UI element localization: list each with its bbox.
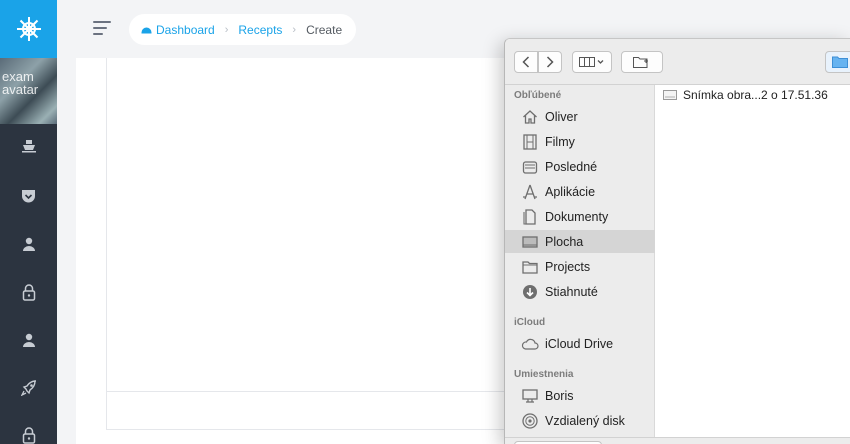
- download-icon: [523, 284, 537, 299]
- sidebar-item-label: Filmy: [545, 134, 575, 149]
- view-mode-button[interactable]: [572, 51, 612, 73]
- sidebar-item-dokumenty[interactable]: Dokumenty: [505, 205, 655, 228]
- document-icon: [523, 208, 536, 225]
- sidebar-item-stiahnute[interactable]: Stiahnuté: [505, 280, 655, 303]
- sidebar-item-lock-2[interactable]: [0, 421, 57, 444]
- sidebar-item-boris[interactable]: Boris: [505, 384, 655, 407]
- home-icon: [523, 109, 537, 124]
- dialog-bottom-bar: [505, 437, 850, 444]
- dashboard-icon: [141, 27, 152, 34]
- column-view-icon: [579, 57, 604, 67]
- sidebar-item-plocha[interactable]: Plocha: [505, 230, 655, 253]
- file-open-dialog: Obľúbené Oliver Filmy Posledné Aplikácie…: [504, 38, 850, 444]
- sidebar-item-label: iCloud Drive: [545, 336, 614, 351]
- sidebar-item-lock[interactable]: [0, 278, 57, 306]
- section-locations: Umiestnenia: [514, 369, 574, 380]
- chevron-right-icon: [546, 56, 554, 68]
- app-logo[interactable]: [0, 0, 57, 58]
- disc-icon: [522, 412, 538, 429]
- avatar-line-2: avatar: [2, 82, 39, 97]
- dialog-toolbar: [505, 39, 850, 85]
- sidebar-item-projects[interactable]: Projects: [505, 255, 655, 278]
- form-panel: [106, 58, 526, 392]
- section-icloud: iCloud: [514, 317, 546, 328]
- sidebar: exam avatar: [0, 0, 57, 444]
- user-avatar[interactable]: exam avatar: [0, 58, 57, 124]
- lock-icon: [22, 283, 35, 301]
- menu-icon-bar: [93, 21, 111, 23]
- sidebar-item-label: Plocha: [545, 234, 584, 249]
- sidebar-item-label: Dokumenty: [545, 209, 609, 224]
- menu-icon-bar: [93, 27, 107, 29]
- sidebar-item-boat[interactable]: [0, 132, 57, 160]
- sidebar-item-posledne[interactable]: Posledné: [505, 155, 655, 178]
- file-list: Snímka obra...2 o 17.51.36: [656, 85, 850, 444]
- sidebar-item-pocket[interactable]: [0, 182, 57, 210]
- sidebar-item-label: Vzdialený disk: [545, 413, 625, 428]
- desktop-icon: [522, 235, 538, 248]
- sidebar-item-label: Boris: [545, 388, 574, 403]
- film-icon: [523, 133, 537, 150]
- sidebar-item-label: Oliver: [545, 109, 578, 124]
- forward-button[interactable]: [538, 51, 562, 73]
- recents-icon: [522, 160, 538, 174]
- avatar-line-1: exam: [2, 69, 34, 84]
- menu-icon-bar: [93, 33, 103, 35]
- applications-icon: [523, 184, 537, 199]
- user-icon: [22, 237, 35, 251]
- folder-icon: [832, 56, 848, 68]
- file-name: Snímka obra...2 o 17.51.36: [683, 88, 828, 102]
- breadcrumb-separator: ›: [292, 23, 297, 36]
- sidebar-item-label: Stiahnuté: [545, 284, 598, 299]
- dialog-sidebar: Obľúbené Oliver Filmy Posledné Aplikácie…: [505, 85, 655, 444]
- sidebar-item-aplikacie[interactable]: Aplikácie: [505, 180, 655, 203]
- breadcrumb-current: Create: [306, 22, 343, 37]
- chevron-left-icon: [522, 56, 530, 68]
- menu-toggle-button[interactable]: [93, 21, 111, 37]
- sidebar-item-icloud-drive[interactable]: iCloud Drive: [505, 332, 655, 355]
- sidebar-item-rocket[interactable]: [0, 374, 57, 402]
- breadcrumb: Dashboard › Recepts › Create: [129, 14, 357, 45]
- user-icon: [22, 333, 35, 347]
- screenshot-file-icon: [663, 90, 677, 100]
- sidebar-item-user-2[interactable]: [0, 326, 57, 354]
- sidebar-item-filmy[interactable]: Filmy: [505, 130, 655, 153]
- breadcrumb-separator: ›: [224, 23, 229, 36]
- file-item[interactable]: Snímka obra...2 o 17.51.36: [656, 85, 850, 105]
- rocket-icon: [20, 380, 36, 396]
- sidebar-item-user[interactable]: [0, 230, 57, 258]
- breadcrumb-recepts[interactable]: Recepts: [238, 23, 282, 37]
- boat-icon: [21, 140, 36, 153]
- new-folder-icon: [633, 57, 648, 68]
- sidebar-item-oliver[interactable]: Oliver: [505, 105, 655, 128]
- ship-wheel-icon: [16, 17, 41, 41]
- sidebar-item-label: Aplikácie: [545, 184, 596, 199]
- sidebar-item-label: Projects: [545, 259, 591, 274]
- folder-icon: [522, 260, 538, 274]
- lock-icon: [22, 426, 35, 444]
- breadcrumb-dashboard[interactable]: Dashboard: [156, 23, 215, 37]
- computer-icon: [522, 388, 538, 403]
- form-footer: [106, 392, 526, 430]
- new-folder-button[interactable]: [621, 51, 663, 73]
- pocket-icon: [22, 189, 35, 202]
- location-popup-button[interactable]: [825, 51, 850, 73]
- cloud-icon: [521, 338, 539, 350]
- section-favorites: Obľúbené: [514, 90, 562, 101]
- sidebar-item-label: Posledné: [545, 159, 598, 174]
- back-button[interactable]: [514, 51, 538, 73]
- sidebar-item-vzdialeny-disk[interactable]: Vzdialený disk: [505, 409, 655, 432]
